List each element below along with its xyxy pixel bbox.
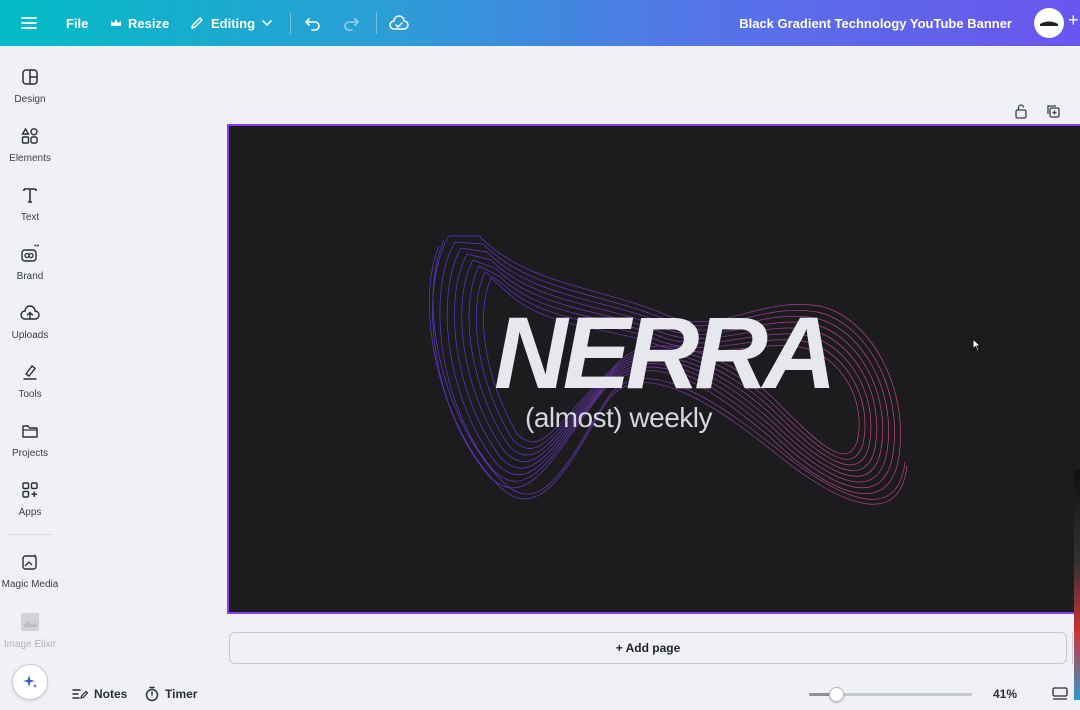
page-tools	[1012, 102, 1080, 120]
editing-mode-button[interactable]: Editing	[189, 0, 273, 46]
hamburger-icon	[21, 17, 37, 29]
sidebar-item-text[interactable]: Text	[0, 184, 60, 240]
notes-icon	[72, 689, 88, 699]
timer-label: Timer	[165, 687, 198, 701]
cloud-upload-icon	[19, 302, 41, 324]
shapes-icon	[19, 125, 41, 147]
sidebar-item-label: Uploads	[11, 330, 49, 341]
undo-button[interactable]	[304, 0, 322, 46]
mouse-cursor-icon	[972, 338, 982, 352]
timer-button[interactable]: Timer	[145, 678, 197, 710]
sidebar-item-label: Magic Media	[1, 579, 59, 590]
sidebar-item-label: Design	[14, 94, 46, 105]
sidebar-item-elements[interactable]: Elements	[0, 125, 60, 181]
resize-button[interactable]: Resize	[110, 0, 169, 46]
brand-name-text[interactable]: NERRA	[494, 302, 837, 404]
sidebar-item-brand[interactable]: Brand	[0, 243, 60, 299]
image-thumb-icon	[19, 611, 41, 633]
bottom-bar: Notes Timer 41%	[0, 678, 1080, 710]
lock-page-button[interactable]	[1012, 102, 1030, 120]
zoom-slider[interactable]	[809, 687, 972, 702]
avatar[interactable]	[1034, 8, 1064, 38]
chevron-down-icon	[262, 20, 272, 27]
resize-label: Resize	[128, 15, 170, 31]
stopwatch-icon	[145, 686, 159, 702]
crown-icon	[111, 19, 121, 26]
cloud-check-icon	[389, 15, 409, 30]
page-view-button[interactable]	[1052, 678, 1068, 710]
design-canvas[interactable]: NERRA (almost) weekly	[227, 124, 1080, 614]
sidebar-item-label: Text	[20, 212, 40, 223]
sidebar-item-tools[interactable]: Tools	[0, 361, 60, 417]
add-page-label: + Add page	[615, 641, 681, 655]
file-menu-label: File	[66, 15, 89, 31]
pages-view-icon	[1052, 687, 1068, 700]
redo-button[interactable]	[342, 0, 360, 46]
zoom-slider-thumb[interactable]	[829, 687, 844, 702]
sidebar: Design Elements Text Brand Uploads Tools…	[0, 46, 60, 710]
sidebar-item-label: Projects	[11, 448, 49, 459]
undo-icon	[305, 18, 320, 31]
notes-label: Notes	[94, 687, 128, 701]
topbar-divider	[376, 12, 377, 34]
duplicate-icon	[1047, 105, 1060, 118]
user-avatar-icon	[1040, 21, 1058, 26]
pencil-icon	[191, 17, 203, 29]
brand-icon	[19, 243, 41, 265]
duplicate-page-button[interactable]	[1044, 102, 1062, 120]
top-bar: File Resize Editing Black Gradient Techn…	[0, 0, 1080, 46]
sidebar-item-design[interactable]: Design	[0, 66, 60, 122]
topbar-divider	[290, 12, 291, 34]
sidebar-item-label: Brand	[16, 271, 44, 282]
editing-label: Editing	[211, 15, 256, 31]
sidebar-item-label: Apps	[18, 507, 42, 518]
sidebar-item-uploads[interactable]: Uploads	[0, 302, 60, 358]
menu-button[interactable]	[20, 0, 38, 46]
add-page-button[interactable]: + Add page	[229, 632, 1067, 664]
sidebar-item-projects[interactable]: Projects	[0, 420, 60, 476]
save-status-button[interactable]	[389, 0, 409, 46]
add-collaborator-button[interactable]: +	[1068, 10, 1079, 31]
sidebar-item-label: Elements	[9, 153, 51, 164]
zoom-level[interactable]: 41%	[993, 678, 1017, 710]
right-edge-thumbnail	[1074, 470, 1080, 700]
more-page-button[interactable]	[1076, 102, 1080, 120]
layout-icon	[19, 66, 41, 88]
sidebar-item-label: Image Elixir	[3, 639, 57, 650]
notes-button[interactable]: Notes	[72, 678, 127, 710]
folder-icon	[19, 420, 41, 442]
apps-grid-icon	[19, 479, 41, 501]
unlock-icon	[1015, 104, 1027, 119]
text-icon	[19, 184, 41, 206]
file-menu-button[interactable]: File	[66, 0, 88, 46]
magic-media-icon	[19, 551, 41, 573]
sidebar-item-magic-media[interactable]: Magic Media	[0, 551, 60, 607]
tagline-text[interactable]: (almost) weekly	[525, 402, 712, 434]
sidebar-divider	[8, 534, 52, 535]
redo-icon	[344, 18, 359, 31]
sidebar-item-apps[interactable]: Apps	[0, 479, 60, 535]
pen-icon	[19, 361, 41, 383]
sidebar-item-label: Tools	[18, 389, 42, 400]
document-title[interactable]: Black Gradient Technology YouTube Banner	[739, 0, 1012, 46]
sidebar-item-image-elixir[interactable]: Image Elixir	[0, 611, 60, 667]
